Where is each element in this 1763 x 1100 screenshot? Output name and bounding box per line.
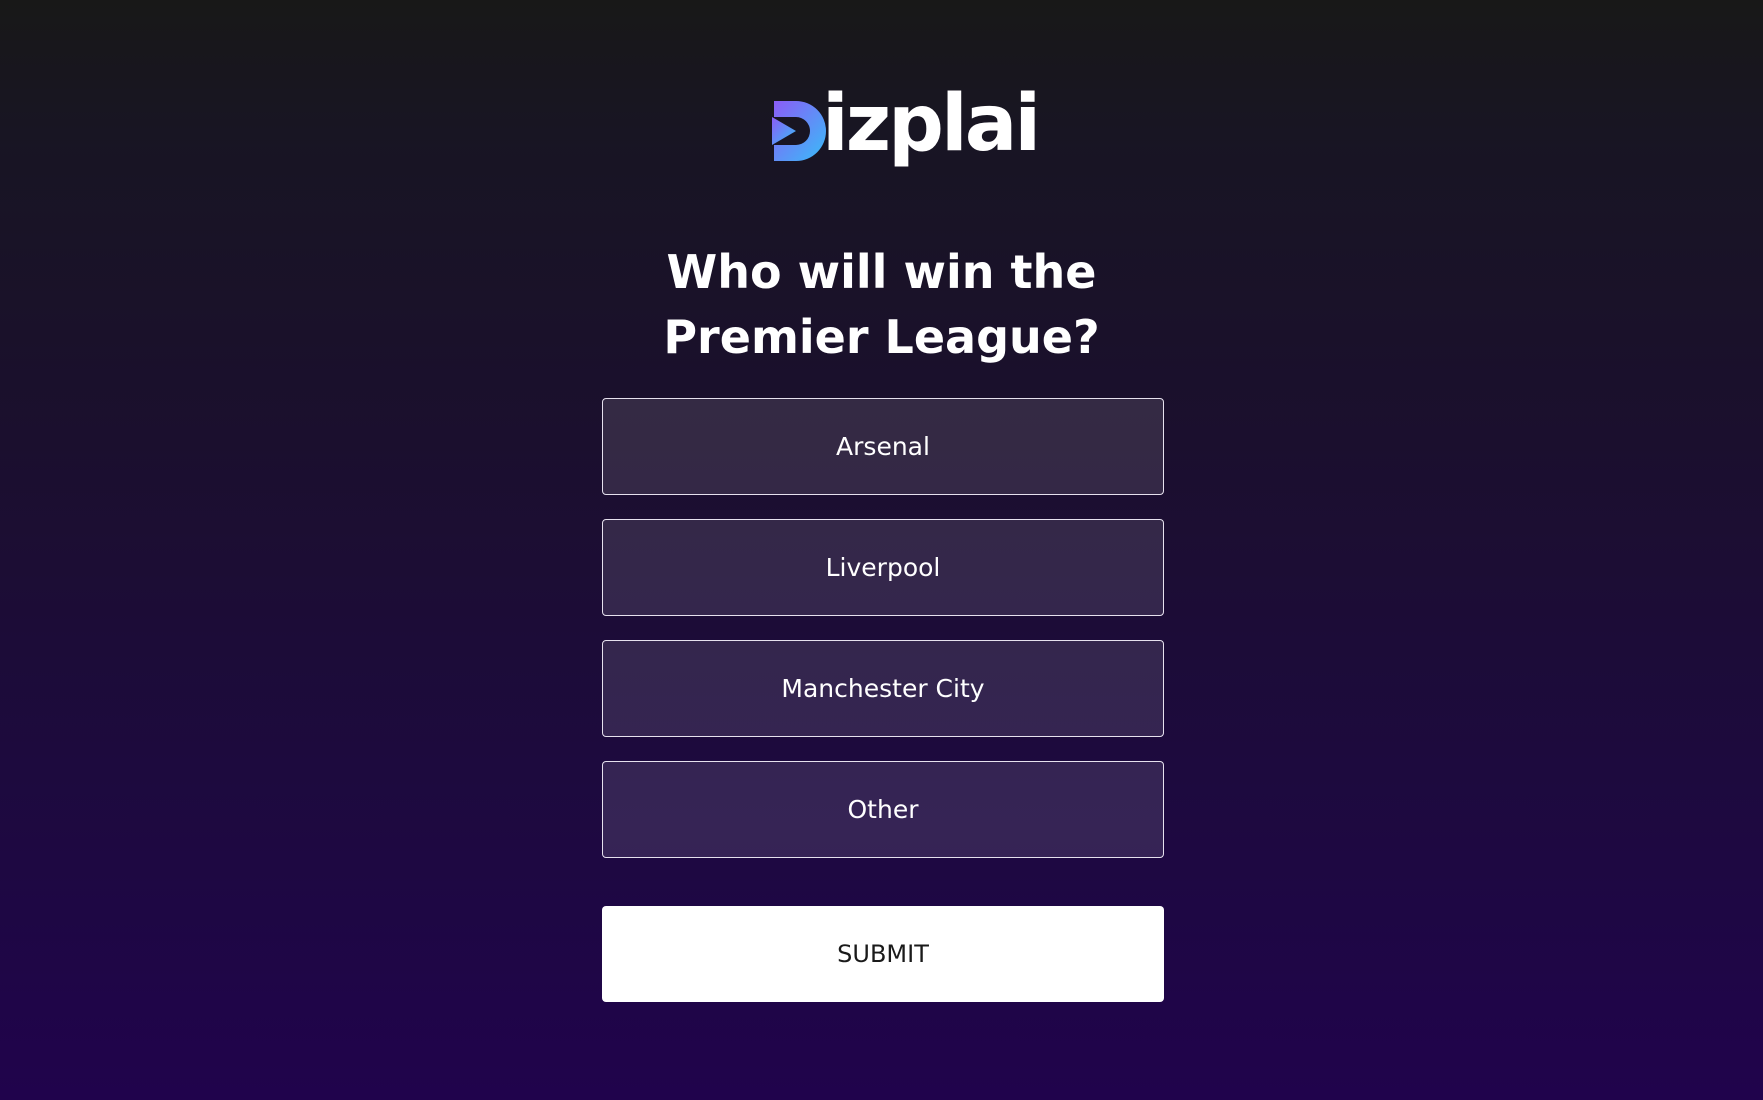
option-label: Other bbox=[847, 795, 919, 824]
play-d-logo-icon bbox=[772, 101, 826, 161]
option-label: Liverpool bbox=[825, 553, 941, 582]
option-liverpool[interactable]: Liverpool bbox=[602, 519, 1164, 616]
poll-question: Who will win the Premier League? bbox=[0, 240, 1763, 370]
option-arsenal[interactable]: Arsenal bbox=[602, 398, 1164, 495]
brand-logo: izplai bbox=[770, 79, 1041, 172]
submit-label: SUBMIT bbox=[837, 940, 929, 968]
option-manchester-city[interactable]: Manchester City bbox=[602, 640, 1164, 737]
brand-name: izplai bbox=[822, 79, 1041, 169]
question-line-2: Premier League? bbox=[663, 310, 1100, 364]
option-label: Manchester City bbox=[781, 674, 985, 703]
submit-button[interactable]: SUBMIT bbox=[602, 906, 1164, 1002]
question-line-1: Who will win the bbox=[666, 245, 1097, 299]
option-label: Arsenal bbox=[836, 432, 930, 461]
option-other[interactable]: Other bbox=[602, 761, 1164, 858]
poll-options: Arsenal Liverpool Manchester City Other bbox=[602, 398, 1164, 882]
